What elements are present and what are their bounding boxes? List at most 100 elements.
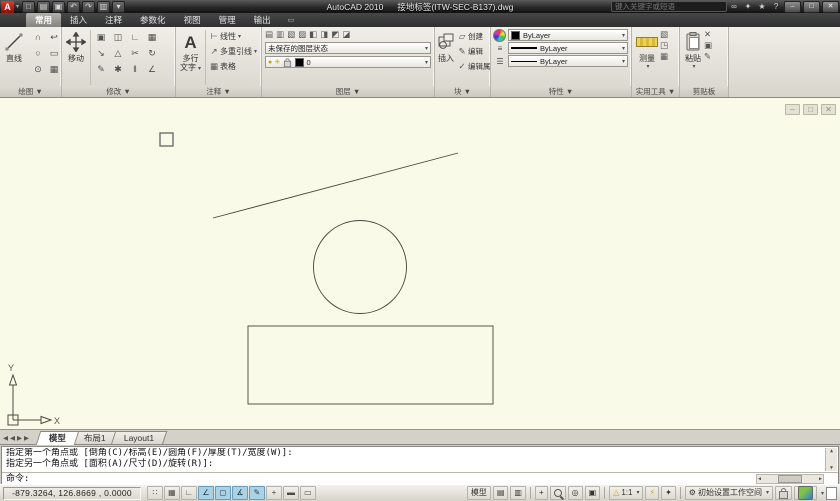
ribbon-tab-3[interactable]: 参数化 — [131, 13, 175, 27]
fillet-icon[interactable]: ∟ — [127, 29, 143, 45]
utilities-panel-title[interactable]: 实用工具 ▼ — [632, 86, 679, 97]
command-history[interactable]: 指定第一个角点或 [倒角(C)/标高(E)/圆角(F)/厚度(T)/宽度(W)]… — [6, 448, 822, 470]
properties-panel-title[interactable]: 特性 ▼ — [491, 86, 631, 97]
layer-off-icon[interactable]: ◨ — [320, 29, 328, 40]
edit-attributes-item[interactable]: ✓编辑属性 — [456, 59, 490, 74]
object-snap-tracking-toggle[interactable]: ∡ — [232, 486, 248, 500]
command-scrollbar[interactable]: ▲ ▼ — [825, 448, 837, 471]
copy-icon[interactable]: ▣ — [93, 29, 109, 45]
annotation-panel-title[interactable]: 注释 ▼ — [176, 86, 261, 97]
redo-icon[interactable]: ↷ — [82, 1, 95, 13]
explode-icon[interactable]: ✱ — [110, 61, 126, 77]
stretch-icon[interactable]: ↘ — [93, 45, 109, 61]
drawing-close-button[interactable]: ✕ — [821, 104, 836, 115]
ribbon-tab-5[interactable]: 管理 — [210, 13, 245, 27]
measure-button[interactable]: 测量 ▾ — [634, 29, 660, 86]
quick-select-icon[interactable]: ▧ — [660, 29, 668, 40]
model-space-button[interactable]: 模型 — [467, 486, 491, 500]
array-icon[interactable]: ▦ — [144, 29, 160, 45]
zoom-button[interactable] — [550, 486, 566, 500]
annotation-scale-button[interactable]: △ 1:1 ▾ — [609, 486, 643, 500]
open-file-icon[interactable]: ▤ — [37, 1, 50, 13]
quick-properties-toggle[interactable]: ▭ — [300, 486, 316, 500]
multileader-item[interactable]: ↗多重引线▾ — [208, 44, 257, 59]
app-menu-arrow-icon[interactable]: ▾ — [16, 3, 19, 10]
undo-icon[interactable]: ↶ — [67, 1, 80, 13]
status-menu-arrow-icon[interactable]: ▾ — [821, 490, 824, 497]
polar-tracking-toggle[interactable]: ∠ — [198, 486, 214, 500]
layers-panel-title[interactable]: 图层 ▼ — [262, 86, 434, 97]
mtext-button[interactable]: A 多行 文字▾ — [178, 29, 203, 86]
block-panel-title[interactable]: 块 ▼ — [435, 86, 490, 97]
drawn-circle[interactable] — [314, 221, 407, 314]
table-item[interactable]: ▦表格 — [208, 59, 257, 74]
erase-icon[interactable]: ✎ — [93, 61, 109, 77]
layer-isolate-icon[interactable]: ▧ — [287, 29, 295, 40]
drawing-restore-button[interactable]: □ — [803, 104, 818, 115]
layer-on-bulb-icon[interactable]: ● — [268, 59, 272, 66]
ellipse-icon[interactable]: ⊙ — [30, 61, 46, 77]
rectangle-icon[interactable]: ▭ — [46, 45, 61, 61]
subscription-icon[interactable]: ✦ — [742, 2, 754, 11]
ribbon-tab-4[interactable]: 视图 — [175, 13, 210, 27]
modify-panel-title[interactable]: 修改 ▼ — [62, 86, 175, 97]
polyline-icon[interactable]: ↩ — [46, 29, 61, 45]
prev-layout-button[interactable]: ◀ — [10, 434, 15, 442]
layout-tab-2[interactable]: Layout1 — [110, 431, 167, 445]
scrollbar-thumb[interactable] — [778, 475, 802, 483]
quick-calc-icon[interactable]: ◳ — [660, 40, 668, 51]
layer-unisolate-icon[interactable]: ▨ — [298, 29, 306, 40]
draw-panel-title[interactable]: 绘图 ▼ — [0, 86, 61, 97]
object-snap-toggle[interactable]: ◻ — [215, 486, 231, 500]
scroll-left-icon[interactable]: ◀ — [758, 476, 761, 482]
qat-customize-icon[interactable]: ▾ — [112, 1, 125, 13]
trim-icon[interactable]: ✂ — [127, 45, 143, 61]
command-prompt[interactable]: 命令: — [6, 474, 29, 484]
drawn-square[interactable] — [160, 133, 173, 146]
first-layout-button[interactable]: ◀ — [3, 434, 8, 442]
mirror-icon[interactable]: ◫ — [110, 29, 126, 45]
help-icon[interactable]: ? — [770, 2, 782, 11]
drawn-line[interactable] — [213, 153, 458, 218]
drawn-rect[interactable] — [248, 326, 493, 404]
arc-icon[interactable]: ∩ — [30, 29, 46, 45]
linetype-icon[interactable]: ☰ — [493, 55, 507, 68]
snap-toggle[interactable]: ∷ — [147, 486, 163, 500]
drawing-canvas[interactable]: Y X – □ ✕ — [0, 97, 840, 430]
application-status-menu-button[interactable] — [794, 486, 817, 500]
id-point-icon[interactable]: ▦ — [660, 51, 668, 62]
layer-thaw-sun-icon[interactable]: ☀ — [274, 58, 280, 66]
help-search-input[interactable] — [611, 1, 727, 12]
lineweight-icon[interactable]: ≡ — [493, 42, 507, 55]
linear-dimension-item[interactable]: ⊢线性▾ — [208, 29, 257, 44]
offset-icon[interactable]: ‖ — [127, 61, 143, 77]
annotation-visibility-button[interactable]: ⚡ — [645, 486, 659, 500]
ribbon-tab-6[interactable]: 输出 — [245, 13, 280, 27]
ortho-toggle[interactable]: ∟ — [181, 486, 197, 500]
drawing-minimize-button[interactable]: – — [785, 104, 800, 115]
annotation-autoscale-button[interactable]: ✦ — [661, 486, 676, 500]
paste-button[interactable]: 粘贴 ▾ — [682, 29, 704, 86]
dynamic-ucs-toggle[interactable]: + — [266, 486, 282, 500]
insert-block-button[interactable]: 插入 — [436, 29, 456, 86]
chamfer-icon[interactable]: ∠ — [144, 61, 160, 77]
scroll-down-icon[interactable]: ▼ — [830, 465, 833, 471]
favorites-icon[interactable]: ★ — [756, 2, 768, 11]
linetype-dropdown[interactable]: ByLayer ▾ — [508, 55, 628, 67]
last-layout-button[interactable]: ▶ — [24, 434, 29, 442]
layer-freeze-icon[interactable]: ◧ — [309, 29, 317, 40]
layer-dropdown[interactable]: ● ☀ 0 ▾ — [265, 56, 431, 68]
workspace-switch-button[interactable]: ⚙ 初始设置工作空间 ▾ — [685, 486, 773, 500]
next-layout-button[interactable]: ▶ — [17, 434, 22, 442]
close-button[interactable]: ✕ — [822, 1, 839, 13]
restore-button[interactable]: □ — [803, 1, 820, 13]
command-hscrollbar[interactable]: ◀ ▶ — [756, 474, 824, 484]
scroll-right-icon[interactable]: ▶ — [819, 476, 822, 482]
ribbon-tab-1[interactable]: 插入 — [61, 13, 96, 27]
clipboard-panel-title[interactable]: 剪贴板 — [680, 86, 728, 97]
layer-color-swatch[interactable] — [295, 58, 304, 67]
ribbon-tab-2[interactable]: 注释 — [96, 13, 131, 27]
layer-properties-icon[interactable]: ▤ — [265, 29, 273, 40]
dynamic-input-toggle[interactable]: ✎ — [249, 486, 265, 500]
application-menu-button[interactable]: A — [1, 1, 14, 13]
